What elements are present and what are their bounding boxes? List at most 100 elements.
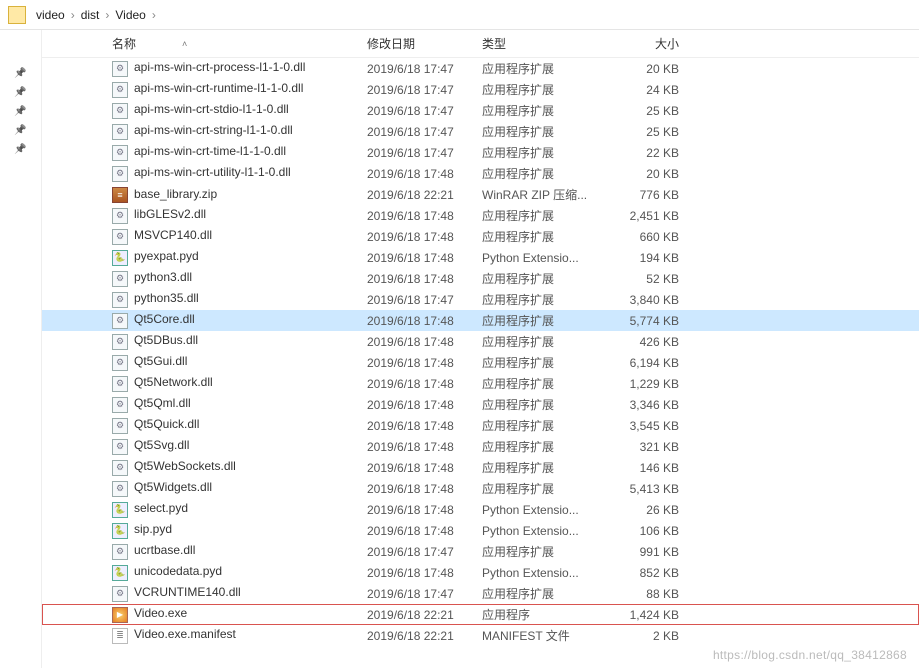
file-size: 2,451 KB (607, 209, 679, 223)
dll-icon (112, 355, 128, 371)
column-header-type[interactable]: 类型 (482, 35, 607, 52)
pin-icon[interactable] (14, 65, 28, 79)
column-header-name[interactable]: 名称 ˄ (112, 35, 367, 52)
file-row[interactable]: api-ms-win-crt-time-l1-1-0.dll 2019/6/18 … (42, 142, 919, 163)
file-date: 2019/6/18 22:21 (367, 608, 482, 622)
file-row[interactable]: python35.dll2019/6/18 17:47应用程序扩展3,840 K… (42, 289, 919, 310)
column-header-date[interactable]: 修改日期 (367, 35, 482, 52)
file-row[interactable]: python3.dll2019/6/18 17:48应用程序扩展52 KB (42, 268, 919, 289)
file-name: api-ms-win-crt-runtime-l1-1-0.dll (134, 81, 303, 95)
file-row[interactable]: Qt5DBus.dll2019/6/18 17:48应用程序扩展426 KB (42, 331, 919, 352)
file-row[interactable]: unicodedata.pyd2019/6/18 17:48Python Ext… (42, 562, 919, 583)
file-row[interactable]: pyexpat.pyd2019/6/18 17:48Python Extensi… (42, 247, 919, 268)
file-date: 2019/6/18 17:48 (367, 251, 482, 265)
file-row[interactable]: Qt5Qml.dll2019/6/18 17:48应用程序扩展3,346 KB (42, 394, 919, 415)
file-size: 6,194 KB (607, 356, 679, 370)
file-type: 应用程序扩展 (482, 207, 607, 224)
file-row[interactable]: base_library.zip2019/6/18 22:21WinRAR ZI… (42, 184, 919, 205)
zip-icon (112, 187, 128, 203)
file-row[interactable]: api-ms-win-crt-process-l1-1-0.dll2019/6/… (42, 58, 919, 79)
breadcrumb-seg[interactable]: dist (77, 8, 104, 22)
column-header-name-label: 名称 (112, 35, 136, 52)
file-row[interactable]: api-ms-win-crt-string-l1-1-0.dll2019/6/1… (42, 121, 919, 142)
file-row[interactable]: VCRUNTIME140.dll2019/6/18 17:47应用程序扩展88 … (42, 583, 919, 604)
file-name: Qt5DBus.dll (134, 333, 198, 347)
pin-icon[interactable] (14, 122, 28, 136)
file-row[interactable]: Qt5Gui.dll2019/6/18 17:48应用程序扩展6,194 KB (42, 352, 919, 373)
file-type: 应用程序扩展 (482, 417, 607, 434)
file-name: Qt5Network.dll (134, 375, 213, 389)
file-row[interactable]: api-ms-win-crt-runtime-l1-1-0.dll 2019/6/… (42, 79, 919, 100)
file-row[interactable]: select.pyd2019/6/18 17:48Python Extensio… (42, 499, 919, 520)
file-row[interactable]: Qt5Svg.dll2019/6/18 17:48应用程序扩展321 KB (42, 436, 919, 457)
dll-icon (112, 271, 128, 287)
file-date: 2019/6/18 17:48 (367, 461, 482, 475)
file-type: 应用程序扩展 (482, 480, 607, 497)
file-name: select.pyd (134, 501, 188, 515)
file-date: 2019/6/18 17:47 (367, 146, 482, 160)
file-size: 20 KB (607, 62, 679, 76)
file-type: 应用程序扩展 (482, 144, 607, 161)
pin-icon[interactable] (14, 103, 28, 117)
file-row[interactable]: Qt5Quick.dll2019/6/18 17:48应用程序扩展3,545 K… (42, 415, 919, 436)
file-date: 2019/6/18 17:48 (367, 377, 482, 391)
file-row[interactable]: Qt5Core.dll2019/6/18 17:48应用程序扩展5,774 KB (42, 310, 919, 331)
column-header-size[interactable]: 大小 (607, 35, 679, 52)
pin-icon[interactable] (14, 84, 28, 98)
pyd-icon (112, 250, 128, 266)
breadcrumb-seg[interactable]: Video (111, 8, 149, 22)
file-date: 2019/6/18 17:47 (367, 83, 482, 97)
file-name: Qt5Qml.dll (134, 396, 191, 410)
file-name: api-ms-win-crt-utility-l1-1-0.dll (134, 165, 291, 179)
txt-icon (112, 628, 128, 644)
quick-access-sidebar (0, 30, 42, 668)
file-row[interactable]: api-ms-win-crt-utility-l1-1-0.dll2019/6/… (42, 163, 919, 184)
file-name: python3.dll (134, 270, 192, 284)
file-name: python35.dll (134, 291, 199, 305)
file-date: 2019/6/18 17:48 (367, 524, 482, 538)
file-date: 2019/6/18 22:21 (367, 629, 482, 643)
file-type: 应用程序扩展 (482, 270, 607, 287)
file-type: Python Extensio... (482, 251, 607, 265)
file-size: 321 KB (607, 440, 679, 454)
file-row[interactable]: libGLESv2.dll2019/6/18 17:48应用程序扩展2,451 … (42, 205, 919, 226)
file-type: 应用程序扩展 (482, 102, 607, 119)
file-size: 52 KB (607, 272, 679, 286)
pin-icon[interactable] (14, 141, 28, 155)
file-size: 3,840 KB (607, 293, 679, 307)
dll-icon (112, 229, 128, 245)
dll-icon (112, 145, 128, 161)
file-date: 2019/6/18 17:47 (367, 125, 482, 139)
file-row[interactable]: Qt5Widgets.dll2019/6/18 17:48应用程序扩展5,413… (42, 478, 919, 499)
file-type: 应用程序扩展 (482, 333, 607, 350)
file-date: 2019/6/18 17:47 (367, 104, 482, 118)
file-size: 22 KB (607, 146, 679, 160)
file-name: Qt5Gui.dll (134, 354, 187, 368)
file-row[interactable]: Video.exe.manifest2019/6/18 22:21MANIFES… (42, 625, 919, 646)
dll-icon (112, 544, 128, 560)
watermark: https://blog.csdn.net/qq_38412868 (713, 648, 907, 662)
file-row[interactable]: MSVCP140.dll2019/6/18 17:48应用程序扩展660 KB (42, 226, 919, 247)
file-date: 2019/6/18 17:48 (367, 440, 482, 454)
pyd-icon (112, 523, 128, 539)
file-name: api-ms-win-crt-process-l1-1-0.dll (134, 60, 305, 74)
dll-icon (112, 61, 128, 77)
dll-icon (112, 82, 128, 98)
exe-icon (112, 607, 128, 623)
file-size: 1,229 KB (607, 377, 679, 391)
dll-icon (112, 376, 128, 392)
file-row[interactable]: Video.exe2019/6/18 22:21应用程序1,424 KB (42, 604, 919, 625)
file-row[interactable]: sip.pyd2019/6/18 17:48Python Extensio...… (42, 520, 919, 541)
dll-icon (112, 313, 128, 329)
file-row[interactable]: Qt5Network.dll2019/6/18 17:48应用程序扩展1,229… (42, 373, 919, 394)
breadcrumb-seg[interactable]: video (32, 8, 69, 22)
breadcrumb[interactable]: video›dist›Video› (0, 0, 919, 30)
file-size: 146 KB (607, 461, 679, 475)
file-name: api-ms-win-crt-time-l1-1-0.dll (134, 144, 286, 158)
file-size: 5,413 KB (607, 482, 679, 496)
file-row[interactable]: Qt5WebSockets.dll2019/6/18 17:48应用程序扩展14… (42, 457, 919, 478)
file-row[interactable]: api-ms-win-crt-stdio-l1-1-0.dll2019/6/18… (42, 100, 919, 121)
file-row[interactable]: ucrtbase.dll2019/6/18 17:47应用程序扩展991 KB (42, 541, 919, 562)
file-size: 776 KB (607, 188, 679, 202)
file-name: Qt5Core.dll (134, 312, 195, 326)
